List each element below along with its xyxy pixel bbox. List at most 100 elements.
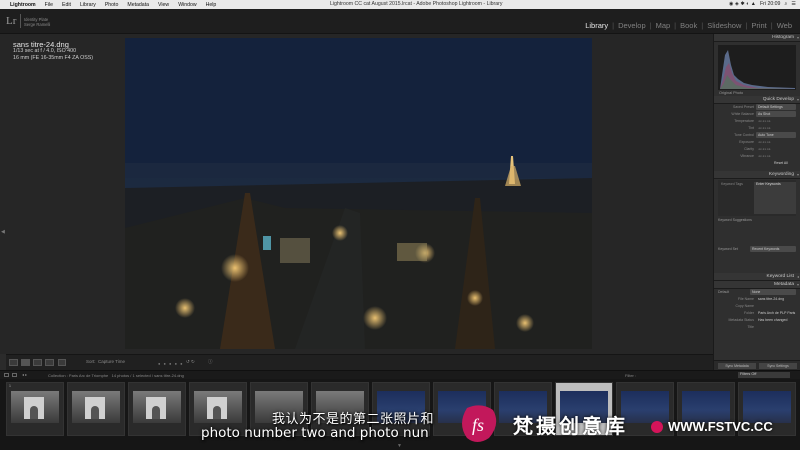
white-balance-row[interactable]: White Balance As Shot xyxy=(714,111,800,118)
module-library[interactable]: Library xyxy=(581,21,612,30)
keyword-tags-value: Enter Keywords xyxy=(756,182,781,186)
rotate-icons[interactable]: ↺ ↻ xyxy=(186,359,195,365)
second-window-grid-icon[interactable] xyxy=(12,373,17,377)
sync-buttons: Sync Metadata Sync Settings xyxy=(714,360,800,370)
compare-view-icon[interactable] xyxy=(33,359,42,366)
reset-row[interactable]: Reset All xyxy=(714,160,800,167)
status-icons[interactable]: ◉ ◈ ✱ ◐ ▲ xyxy=(729,1,756,8)
histogram xyxy=(718,45,796,90)
tint-row[interactable]: Tint ◂◂ ◂ ▸ ▸▸ xyxy=(714,125,800,132)
info-icon[interactable]: ⓘ xyxy=(208,359,213,365)
saved-preset-row[interactable]: Saved Preset Default Settings xyxy=(714,104,800,111)
library-toolbar: Sort: Capture Time ● ● ● ● ● ↺ ↻ ⓘ xyxy=(6,354,713,370)
module-slideshow[interactable]: Slideshow xyxy=(703,21,745,30)
metadata-status-row: Metadata Status Has been changed xyxy=(728,318,788,322)
filmstrip-source[interactable]: Collection : Paris Arc de Triomphe 14 ph… xyxy=(48,373,184,378)
file-name-row[interactable]: File Name sans titre-24.dng xyxy=(714,296,800,303)
list-icon[interactable]: ☰ xyxy=(791,1,796,8)
module-picker: Library | Develop | Map | Book | Slideshow | … xyxy=(581,21,796,30)
keyword-set-row[interactable]: Keyword Set Recent Keywords xyxy=(714,246,800,253)
logo-divider xyxy=(20,14,21,28)
menu-view[interactable]: View xyxy=(158,2,169,8)
menu-file[interactable]: File xyxy=(45,2,53,8)
menu-metadata[interactable]: Metadata xyxy=(127,2,149,8)
reset-all-button[interactable]: Reset All xyxy=(774,161,788,165)
grid-view-icon[interactable] xyxy=(9,359,18,366)
module-print[interactable]: Print xyxy=(747,21,770,30)
filmstrip-thumb[interactable]: 1 xyxy=(6,382,64,436)
filmstrip-thumb[interactable] xyxy=(128,382,186,436)
filter-dropdown[interactable]: Filters Off xyxy=(738,372,790,378)
watermark-dot-icon xyxy=(651,421,663,433)
keyword-list-header[interactable]: Keyword List ◂ xyxy=(714,273,800,281)
identity-plate-line2: Serge Ramelli xyxy=(24,22,51,27)
nav-arrows[interactable]: ◂ ▸ xyxy=(22,372,27,377)
metadata-header[interactable]: Metadata ▾ xyxy=(714,281,800,289)
right-panel: Histogram ▾ Original Photo Quick Develop ▾… xyxy=(713,34,800,370)
menu-edit[interactable]: Edit xyxy=(62,2,71,8)
folder-row[interactable]: Folder Paris Arch de PLP Paris xyxy=(714,310,800,317)
sort-dropdown[interactable]: Capture Time xyxy=(98,359,125,364)
second-window-icon[interactable] xyxy=(4,373,9,377)
histogram-header[interactable]: Histogram ▾ xyxy=(714,34,800,42)
title-row[interactable]: Title xyxy=(714,324,800,331)
keyword-tags-area: Keyword Tags Enter Keywords xyxy=(718,180,796,216)
filter-label: Filter : xyxy=(625,373,637,378)
module-develop[interactable]: Develop xyxy=(614,21,650,30)
svg-text:fs: fs xyxy=(472,415,484,435)
collapse-icon: ▾ xyxy=(796,35,799,40)
keyword-suggestions-row: Keyword Suggestions xyxy=(718,218,752,222)
people-view-icon[interactable] xyxy=(58,359,66,366)
module-web[interactable]: Web xyxy=(773,21,796,30)
menu-library[interactable]: Library xyxy=(80,2,96,8)
metadata-preset-row[interactable]: Default None xyxy=(714,289,800,296)
identity-plate: Identity Plate Serge Ramelli xyxy=(24,17,50,27)
clock[interactable]: Fri 20:09 xyxy=(760,1,780,8)
histogram-graph xyxy=(720,50,795,89)
info-exposure: 1/13 sec at f / 4.0, ISO 400 xyxy=(13,48,77,54)
sync-settings-button[interactable]: Sync Settings xyxy=(759,363,797,369)
filmstrip-header: ◂ ▸ Collection : Paris Arc de Triomphe 1… xyxy=(0,370,800,379)
keywording-header[interactable]: Keywording ▾ xyxy=(714,171,800,179)
module-map[interactable]: Map xyxy=(652,21,675,30)
menu-bar: Lightroom File Edit Library Photo Metada… xyxy=(0,0,800,9)
window-title: Lightroom CC cat August 2015.lrcat - Ado… xyxy=(330,1,503,7)
watermark-logo-icon: fs xyxy=(462,405,497,442)
menu-help[interactable]: Help xyxy=(206,2,217,8)
quick-develop-header[interactable]: Quick Develop ▾ xyxy=(714,96,800,104)
sync-metadata-button[interactable]: Sync Metadata xyxy=(718,363,756,369)
temperature-row[interactable]: Temperature ◂◂ ◂ ▸ ▸▸ xyxy=(714,118,800,125)
lightroom-window: Lightroom File Edit Library Photo Metada… xyxy=(0,0,800,450)
collapse-filmstrip-icon[interactable]: ▼ xyxy=(397,443,402,449)
clarity-row[interactable]: Clarity ◂◂ ◂ ▸ ▸▸ xyxy=(714,146,800,153)
night-city-illustration xyxy=(125,38,592,349)
loupe-view: sans titre-24.dng 1/13 sec at f / 4.0, I… xyxy=(6,34,713,354)
info-overlay: sans titre-24.dng 1/13 sec at f / 4.0, I… xyxy=(13,41,93,62)
menu-extras: ◉ ◈ ✱ ◐ ▲ Fri 20:09 ⌕ ☰ xyxy=(729,1,796,8)
expand-left-panel-icon[interactable]: ◀ xyxy=(1,229,5,235)
survey-view-icon[interactable] xyxy=(45,359,54,366)
info-filename: sans titre-24.dng xyxy=(13,40,69,49)
identity-bar: Lr Identity Plate Serge Ramelli Library |… xyxy=(0,9,800,34)
subtitle-english: photo number two and photo nun xyxy=(201,425,429,441)
rating-stars[interactable]: ● ● ● ● ● xyxy=(158,361,184,366)
search-icon[interactable]: ⌕ xyxy=(784,1,787,8)
watermark-url: WWW.FSTVC.CC xyxy=(668,419,773,434)
main-photo[interactable] xyxy=(125,38,592,349)
watermark-text: 梵摄创意库 xyxy=(513,414,628,438)
keyword-tags-input[interactable] xyxy=(754,182,796,214)
copy-name-row: Copy Name xyxy=(735,304,754,308)
filmstrip-thumb[interactable] xyxy=(67,382,125,436)
loupe-view-icon[interactable] xyxy=(21,359,30,366)
exposure-row[interactable]: Exposure ◂◂ ◂ ▸ ▸▸ xyxy=(714,139,800,146)
menu-window[interactable]: Window xyxy=(178,2,196,8)
tone-control-row[interactable]: Tone Control Auto Tone xyxy=(714,132,800,139)
menu-app[interactable]: Lightroom xyxy=(10,2,36,8)
vibrance-row[interactable]: Vibrance ◂◂ ◂ ▸ ▸▸ xyxy=(714,153,800,160)
sort-label: Sort: xyxy=(86,359,96,364)
menu-photo[interactable]: Photo xyxy=(105,2,119,8)
info-lens: 16 mm (FE 16-35mm F4 ZA OSS) xyxy=(13,55,94,61)
keyword-tags-label: Keyword Tags xyxy=(721,182,743,186)
lightroom-logo: Lr xyxy=(6,15,17,27)
module-book[interactable]: Book xyxy=(676,21,701,30)
